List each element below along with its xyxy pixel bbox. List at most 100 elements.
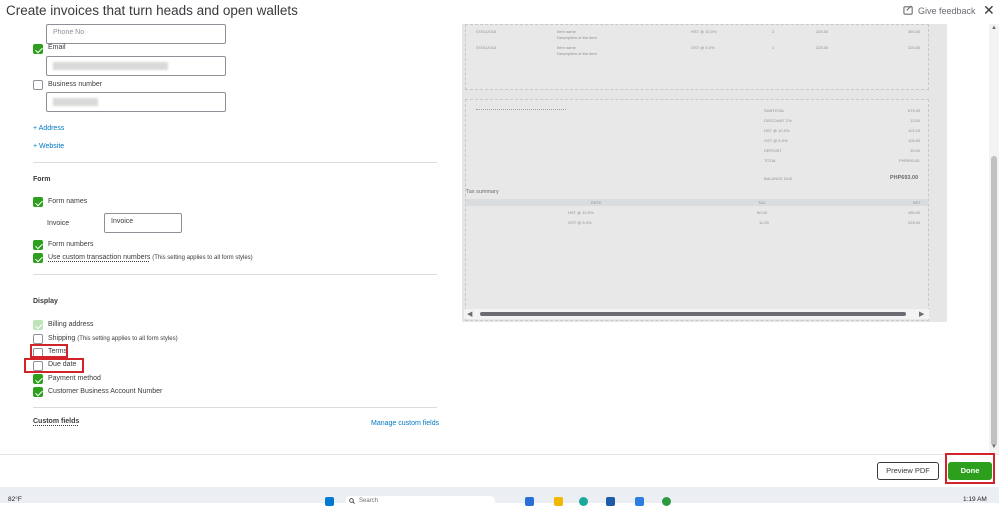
- tax-summary-title: Tax summary: [466, 189, 499, 195]
- email-checkbox[interactable]: [33, 44, 43, 54]
- weather-temperature[interactable]: 82°F: [8, 496, 22, 503]
- tax-row-2-rate: GST @ 5.0%: [568, 220, 592, 225]
- dialog-footer: [0, 454, 999, 487]
- custom-transaction-numbers-hint: (This setting applies to all form styles…: [152, 255, 253, 261]
- store-icon[interactable]: [606, 497, 615, 506]
- custom-transaction-numbers-checkbox[interactable]: [33, 253, 43, 263]
- folder-icon[interactable]: [554, 497, 563, 506]
- page-vertical-scrollbar[interactable]: ▲ ▼: [989, 24, 999, 454]
- scroll-up-arrow-icon[interactable]: ▲: [991, 25, 997, 31]
- search-icon: [349, 498, 355, 504]
- mail-icon[interactable]: [635, 497, 644, 506]
- highlight-box-terms: [30, 344, 68, 358]
- shipping-label: Shipping: [48, 335, 76, 342]
- form-heading: Form: [33, 176, 51, 183]
- custom-transaction-numbers-label[interactable]: Use custom transaction numbers: [48, 254, 150, 261]
- taskbar: 82°F Search 1:19 AM: [0, 487, 999, 506]
- close-icon[interactable]: ✕: [983, 3, 995, 17]
- email-label: Email: [48, 44, 66, 51]
- row-1-tax: HST @ 10.0%: [691, 29, 717, 34]
- divider: [33, 407, 437, 408]
- preview-page-items: 07/01/2018 Item name Description of the …: [465, 24, 929, 90]
- preview-scrollbar-thumb[interactable]: [480, 312, 906, 316]
- row-1-amount: 450.00: [908, 29, 921, 34]
- total-value-deposit: 10.00: [910, 148, 921, 153]
- row-2-amount: 225.00: [908, 45, 921, 50]
- preview-pdf-button[interactable]: Preview PDF: [877, 462, 939, 480]
- feedback-icon: [903, 5, 913, 15]
- custom-fields-heading[interactable]: Custom fields: [33, 418, 79, 425]
- dialog-header: Create invoices that turn heads and open…: [0, 0, 999, 24]
- scroll-right-arrow-icon[interactable]: ▶: [919, 310, 924, 318]
- billing-address-checkbox: [33, 320, 43, 330]
- taskbar-clock[interactable]: 1:19 AM: [963, 496, 987, 503]
- tax-row-2-net: 225.00: [908, 220, 921, 225]
- total-label-hst: HST @ 10.0%: [764, 128, 790, 133]
- taskbar-search-placeholder: Search: [359, 498, 379, 504]
- form-names-checkbox[interactable]: [33, 197, 43, 207]
- total-label-total: TOTAL: [764, 158, 777, 163]
- page-scrollbar-thumb[interactable]: [991, 156, 997, 446]
- business-number-checkbox[interactable]: [33, 80, 43, 90]
- scroll-left-arrow-icon[interactable]: ◀: [467, 310, 472, 318]
- row-2-qty: 1: [772, 45, 775, 50]
- tax-header-tax: TAX: [758, 200, 766, 205]
- payment-method-label: Payment method: [48, 375, 101, 382]
- shipping-row: Shipping (This setting applies to all fo…: [48, 335, 178, 342]
- app-icon-1[interactable]: [525, 497, 534, 506]
- total-label-discount: DISCOUNT 2%: [764, 118, 792, 123]
- form-numbers-checkbox[interactable]: [33, 240, 43, 250]
- manage-custom-fields-link[interactable]: Manage custom fields: [371, 420, 439, 427]
- tax-summary-header-row: [466, 199, 928, 206]
- tax-row-1-net: 450.00: [908, 210, 921, 215]
- tax-header-rate: RATE: [591, 200, 602, 205]
- chrome-icon[interactable]: [662, 497, 671, 506]
- row-1-desc: Description of the item: [557, 35, 597, 40]
- phone-input[interactable]: Phone No: [46, 24, 226, 44]
- invoice-name-value: Invoice: [111, 218, 134, 225]
- shipping-checkbox[interactable]: [33, 334, 43, 344]
- divider: [33, 274, 437, 275]
- preview-horizontal-scrollbar[interactable]: ◀ ▶: [464, 309, 929, 319]
- invoice-name-label: Invoice: [47, 220, 70, 227]
- add-website-link[interactable]: + Website: [33, 143, 64, 150]
- add-address-link[interactable]: + Address: [33, 125, 64, 132]
- row-2-date: 07/01/2018: [476, 45, 497, 50]
- divider: [33, 162, 437, 163]
- payment-method-checkbox[interactable]: [33, 374, 43, 384]
- settings-panel: Phone No Email Business number + Address…: [0, 24, 445, 454]
- total-value-gst: 105.00: [908, 138, 921, 143]
- total-value-hst: 113.00: [908, 128, 920, 133]
- highlight-box-due-date: [24, 358, 84, 373]
- invoice-name-input[interactable]: Invoice: [104, 213, 182, 233]
- row-1-qty: 2: [772, 29, 775, 34]
- row-2-item: Item name: [557, 45, 576, 50]
- highlight-box-done: [945, 453, 995, 484]
- row-2-rate: 225.00: [816, 45, 829, 50]
- shipping-hint: (This setting applies to all form styles…: [77, 336, 178, 342]
- total-value-subtotal: 675.00: [908, 108, 921, 113]
- total-value-discount: 13.50: [910, 118, 921, 123]
- customer-business-account-number-checkbox[interactable]: [33, 387, 43, 397]
- give-feedback-label: Give feedback: [918, 5, 976, 16]
- preview-page-totals: SUBTOTAL 675.00 DISCOUNT 2% 13.50 HST @ …: [465, 99, 929, 321]
- billing-address-label: Billing address: [48, 321, 94, 328]
- phone-placeholder: Phone No: [53, 29, 85, 36]
- row-2-tax: GST @ 5.0%: [691, 45, 715, 50]
- business-number-input[interactable]: [46, 92, 226, 112]
- taskbar-search[interactable]: Search: [345, 496, 495, 506]
- total-label-deposit: DEPOSIT: [764, 148, 782, 153]
- tax-row-2-tax: 11.25: [759, 220, 769, 225]
- email-input[interactable]: [46, 56, 226, 76]
- edge-icon[interactable]: [579, 497, 588, 506]
- windows-start-icon[interactable]: [325, 497, 334, 506]
- business-number-label: Business number: [48, 81, 103, 88]
- row-1-date: 07/01/2018: [476, 29, 497, 34]
- scroll-down-arrow-icon[interactable]: ▼: [991, 444, 997, 450]
- custom-transaction-numbers-row: Use custom transaction numbers (This set…: [48, 254, 253, 261]
- total-value-total: PHP693.00: [899, 158, 920, 163]
- page-title: Create invoices that turn heads and open…: [6, 3, 298, 18]
- give-feedback-button[interactable]: Give feedback: [903, 5, 976, 16]
- display-heading: Display: [33, 298, 58, 305]
- total-label-gst: GST @ 5.0%: [764, 138, 788, 143]
